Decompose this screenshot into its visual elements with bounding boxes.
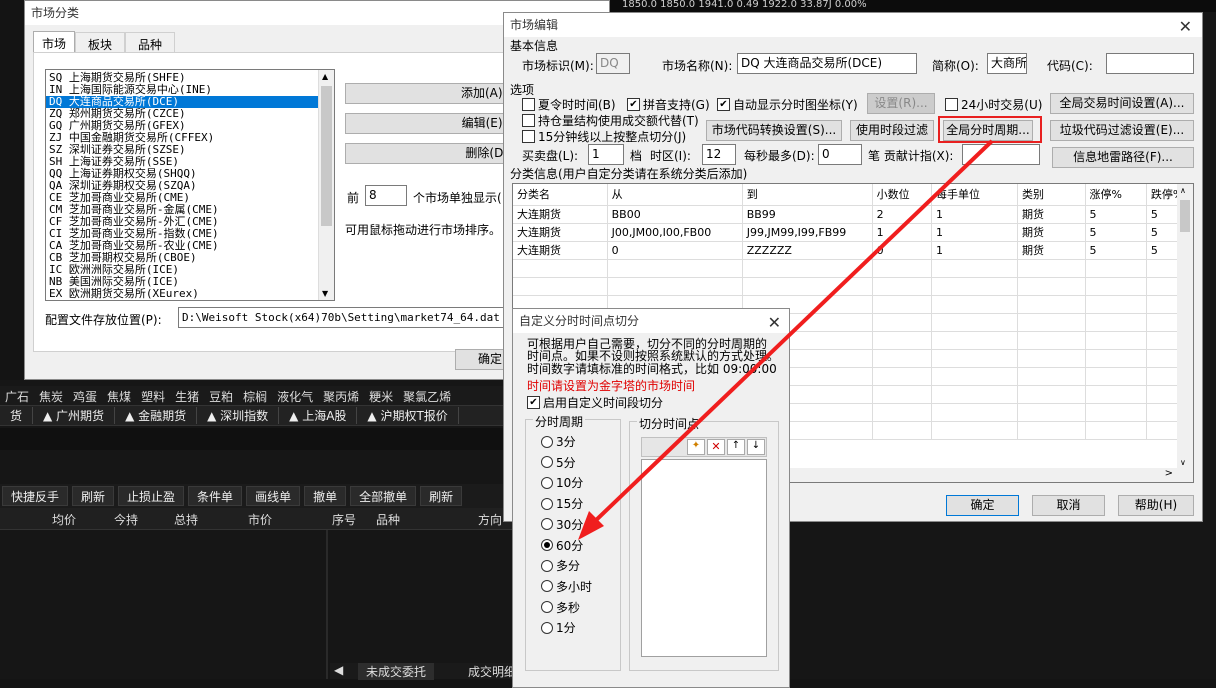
annotation-arrow xyxy=(578,139,994,540)
arrow-line xyxy=(590,139,994,526)
